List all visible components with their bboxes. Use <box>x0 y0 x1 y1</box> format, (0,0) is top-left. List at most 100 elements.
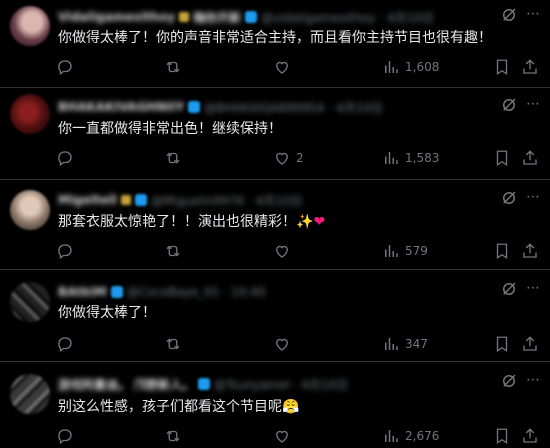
reply-feed: Vidaligamesithoy 嗨你开新 @vidaligamesithoy … <box>0 0 550 448</box>
reply-button[interactable] <box>56 334 79 354</box>
reply-post[interactable]: BAtkIM @CocoBaye_01 · 10:40 ⋯ 你做得太棒了！ 34… <box>0 270 550 362</box>
author-name[interactable]: BHAKAKIVAGHNIIY <box>58 100 184 114</box>
reply-button[interactable] <box>56 57 79 77</box>
views-count: 1,583 <box>405 151 440 165</box>
post-text: 那套衣服太惊艳了！！演出也很精彩！✨❤ <box>58 213 325 231</box>
views-icon <box>385 61 398 73</box>
like-button[interactable]: 2 <box>273 148 304 168</box>
bookmark-icon <box>496 428 508 445</box>
bookmark-button[interactable] <box>493 334 511 354</box>
author-handle[interactable]: @Miguelin9976 · 4月10日 <box>151 192 302 209</box>
author-name[interactable]: BAtkIM <box>58 285 107 299</box>
verified-badge-icon <box>110 286 123 298</box>
action-bar: 579 <box>56 241 540 261</box>
more-icon[interactable]: ⋯ <box>524 5 542 23</box>
author-handle[interactable]: @Tsunyamel · 4月10日 <box>214 376 348 393</box>
avatar[interactable] <box>10 94 50 134</box>
avatar[interactable] <box>10 190 50 230</box>
like-icon <box>276 338 288 351</box>
reply-post[interactable]: BHAKAKIVAGHNIIY @BHAKAIQA899954 · 4月10日 … <box>0 88 550 180</box>
share-button[interactable] <box>521 426 539 446</box>
grok-icon[interactable] <box>500 96 518 114</box>
more-icon[interactable]: ⋯ <box>524 279 542 297</box>
post-header: 游戏阿曼迪。 邝野新人。 @Tsunyamel · 4月10日 <box>58 375 348 393</box>
avatar[interactable] <box>10 6 50 46</box>
share-button[interactable] <box>521 334 539 354</box>
bookmark-button[interactable] <box>493 57 511 77</box>
like-button[interactable] <box>273 426 296 446</box>
views-count: 1,608 <box>405 60 440 74</box>
views-icon <box>385 338 398 350</box>
share-icon <box>523 59 537 74</box>
like-icon <box>276 245 288 258</box>
views-button[interactable]: 347 <box>382 334 428 354</box>
heart-emoji: ❤ <box>313 214 326 230</box>
like-button[interactable] <box>273 334 296 354</box>
repost-button[interactable] <box>164 241 187 261</box>
author-handle[interactable]: @BHAKAIQA899954 · 4月10日 <box>204 99 383 116</box>
like-button[interactable] <box>273 57 296 77</box>
author-name[interactable]: Vidaligamesithoy <box>58 10 175 24</box>
post-header: BAtkIM @CocoBaye_01 · 10:40 <box>58 283 266 301</box>
like-icon <box>276 152 288 165</box>
bookmark-button[interactable] <box>493 148 511 168</box>
repost-button[interactable] <box>164 57 187 77</box>
reply-post[interactable]: Vidaligamesithoy 嗨你开新 @vidaligamesithoy … <box>0 0 550 88</box>
share-button[interactable] <box>521 241 539 261</box>
action-bar: 2 1,583 <box>56 148 540 168</box>
post-text-body: 那套衣服太惊艳了！！演出也很精彩！✨ <box>58 214 314 230</box>
reply-button[interactable] <box>56 241 79 261</box>
views-button[interactable]: 1,583 <box>382 148 439 168</box>
views-count: 579 <box>405 244 428 258</box>
author-name[interactable]: 游戏阿曼迪。 <box>58 376 130 393</box>
author-name[interactable]: Migeltell <box>58 193 117 207</box>
views-icon <box>385 245 398 257</box>
reply-icon <box>58 60 72 76</box>
views-button[interactable]: 1,608 <box>382 57 439 77</box>
avatar[interactable] <box>10 282 50 322</box>
more-icon[interactable]: ⋯ <box>524 371 542 389</box>
grok-icon[interactable] <box>500 189 518 207</box>
grok-icon[interactable] <box>500 280 518 298</box>
more-icon[interactable]: ⋯ <box>524 95 542 113</box>
bookmark-icon <box>496 336 508 353</box>
reply-button[interactable] <box>56 426 79 446</box>
action-bar: 1,608 <box>56 57 540 77</box>
author-handle[interactable]: @CocoBaye_01 · 10:40 <box>127 285 266 299</box>
more-icon[interactable]: ⋯ <box>524 188 542 206</box>
reply-icon <box>58 429 72 445</box>
grok-icon[interactable] <box>500 372 518 390</box>
repost-button[interactable] <box>164 148 187 168</box>
repost-icon <box>166 245 180 257</box>
views-button[interactable]: 579 <box>382 241 428 261</box>
repost-button[interactable] <box>164 334 187 354</box>
share-icon <box>523 150 537 165</box>
views-count: 347 <box>405 337 428 351</box>
post-header: Vidaligamesithoy 嗨你开新 @vidaligamesithoy … <box>58 8 434 26</box>
share-icon <box>523 336 537 351</box>
reply-post[interactable]: Migeltell @Miguelin9976 · 4月10日 ⋯ 那套衣服太惊… <box>0 180 550 270</box>
like-icon <box>276 61 288 74</box>
reply-icon <box>58 151 72 167</box>
grok-icon[interactable] <box>500 6 518 24</box>
repost-button[interactable] <box>164 426 187 446</box>
bookmark-button[interactable] <box>493 426 511 446</box>
like-button[interactable] <box>273 241 296 261</box>
post-header: BHAKAKIVAGHNIIY @BHAKAIQA899954 · 4月10日 <box>58 98 383 116</box>
avatar[interactable] <box>10 374 50 414</box>
post-text: 你做得太棒了！ <box>58 305 156 321</box>
repost-icon <box>166 61 180 73</box>
reply-post[interactable]: 游戏阿曼迪。 邝野新人。 @Tsunyamel · 4月10日 ⋯ 别这么性感，… <box>0 362 550 448</box>
share-button[interactable] <box>521 57 539 77</box>
author-name-suffix: 嗨你开新 <box>193 10 242 25</box>
like-icon <box>276 430 288 443</box>
name-emoji <box>179 12 190 22</box>
bookmark-icon <box>496 59 508 76</box>
views-button[interactable]: 2,676 <box>382 426 439 446</box>
bookmark-button[interactable] <box>493 241 511 261</box>
action-bar: 347 <box>56 334 540 354</box>
repost-icon <box>166 338 180 350</box>
author-handle[interactable]: @vidaligamesithoy · 4月10日 <box>261 9 434 26</box>
share-button[interactable] <box>521 148 539 168</box>
reply-button[interactable] <box>56 148 79 168</box>
